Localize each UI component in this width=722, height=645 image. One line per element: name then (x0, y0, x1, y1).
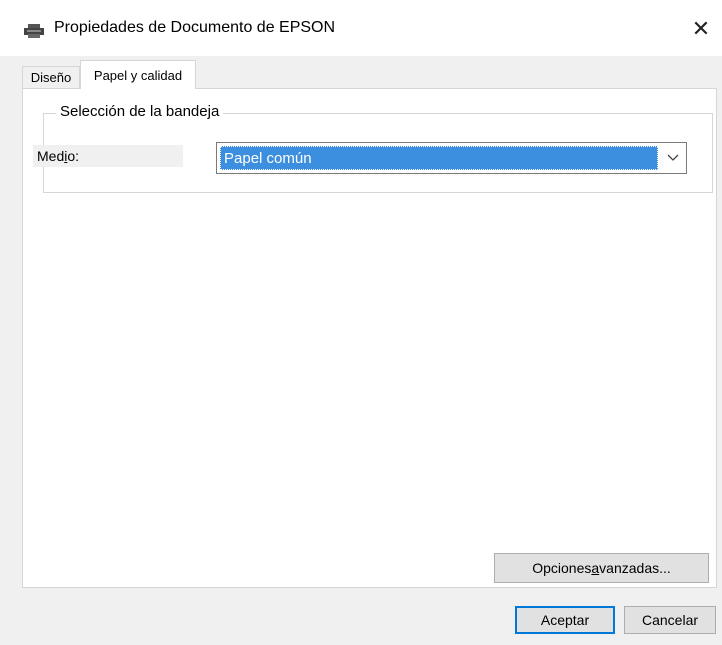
advanced-options-button[interactable]: Opciones a vanzadas... (494, 553, 709, 583)
tab-papel-y-calidad[interactable]: Papel y calidad (80, 60, 196, 89)
tray-selection-legend: Selección de la bandeja (56, 103, 224, 120)
cancel-button[interactable]: Cancelar (624, 606, 716, 634)
window-title: Propiedades de Documento de EPSON (54, 19, 336, 36)
tab-diseno[interactable]: Diseño (22, 66, 80, 88)
tab-panel-papel-y-calidad: Selección de la bandeja Medio: Papel com… (22, 88, 717, 588)
medio-label-part: o: (67, 148, 80, 164)
tab-strip: Diseño Papel y calidad (0, 56, 722, 89)
advanced-button-accelerator: a (591, 560, 600, 576)
advanced-button-label-part: vanzadas... (599, 560, 671, 576)
chevron-down-icon[interactable] (662, 146, 684, 170)
title-bar: Propiedades de Documento de EPSON ✕ (0, 0, 722, 56)
advanced-button-label-part: Opciones (532, 560, 592, 576)
medio-label: Medio: (33, 145, 183, 167)
close-button[interactable]: ✕ (684, 12, 718, 46)
epson-properties-dialog: Propiedades de Documento de EPSON ✕ Dise… (0, 0, 722, 645)
medio-selected-value: Papel común (220, 146, 658, 170)
accept-button[interactable]: Aceptar (515, 606, 615, 634)
printer-icon (24, 24, 44, 38)
medio-select[interactable]: Papel común (216, 142, 687, 174)
close-icon: ✕ (691, 16, 711, 41)
medio-label-part: Med (37, 148, 65, 164)
